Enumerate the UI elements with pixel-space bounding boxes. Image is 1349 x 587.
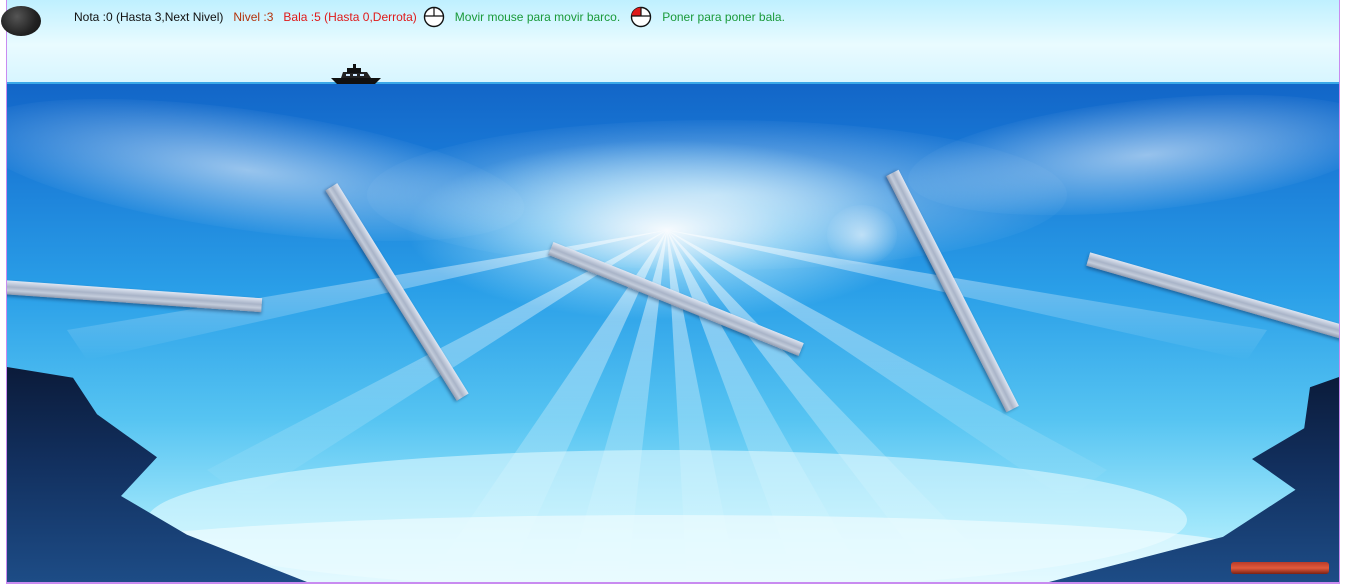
fire-hint: Poner para poner bala. (662, 10, 785, 24)
game-canvas[interactable] (6, 0, 1340, 584)
mouse-icon (423, 6, 444, 28)
boat-icon[interactable] (329, 62, 383, 86)
score-label: Nota :0 (Hasta 3,Next Nivel) (74, 10, 224, 24)
cannonball-icon (1, 6, 41, 36)
cannon-icon (1231, 562, 1329, 574)
wave-splash (827, 205, 897, 265)
bullet-label: Bala :5 (Hasta 0,Derrota) (283, 10, 417, 24)
move-hint: Movir mouse para movir barco. (454, 10, 621, 24)
mouse-left-click-icon (630, 6, 652, 28)
level-label: Nivel :3 (233, 10, 274, 24)
hud-bar: Nota :0 (Hasta 3,Next Nivel) Nivel :3 Ba… (74, 6, 795, 28)
